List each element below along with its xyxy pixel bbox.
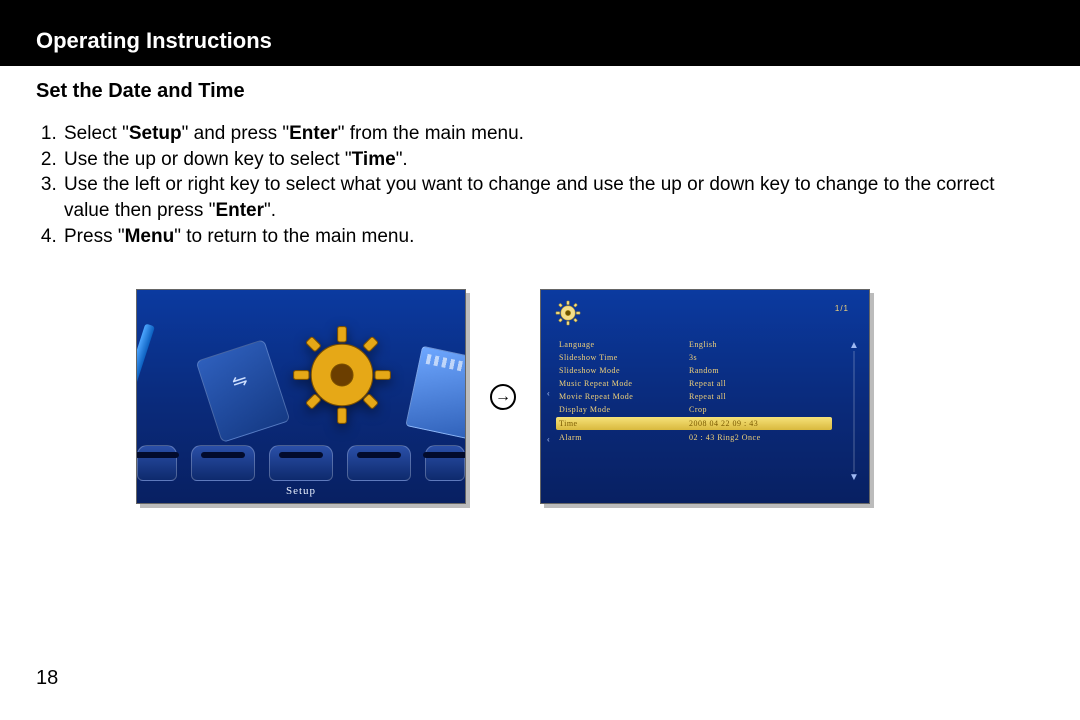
instruction-steps: Select "Setup" and press "Enter" from th…: [40, 121, 1044, 249]
screenshot-main-menu: Setup: [136, 289, 466, 504]
arrow-right-icon: →: [490, 384, 516, 410]
section-heading: Set the Date and Time: [36, 80, 1044, 103]
setting-row-slideshow-time: Slideshow Time3s: [559, 351, 829, 364]
setting-row-alarm: Alarm02 : 43 Ring2 Once: [559, 431, 829, 444]
page-title: Operating Instructions: [36, 28, 1044, 54]
settings-list: LanguageEnglish Slideshow Time3s Slidesh…: [559, 338, 829, 444]
dock-slot: [137, 445, 177, 481]
menu-dock: [137, 445, 465, 481]
setup-label: Setup: [286, 485, 316, 497]
setting-row-music-repeat: Music Repeat ModeRepeat all: [559, 377, 829, 390]
pen-icon: [136, 324, 203, 447]
setting-row-slideshow-mode: Slideshow ModeRandom: [559, 364, 829, 377]
step-1: Select "Setup" and press "Enter" from th…: [62, 121, 1044, 147]
dock-slot-setup: [269, 445, 333, 481]
content-area: Set the Date and Time Select "Setup" and…: [0, 66, 1080, 504]
chevron-down-icon: ▼: [849, 472, 859, 483]
header-bar: Operating Instructions: [0, 0, 1080, 66]
calendar-icon: [405, 346, 466, 441]
setting-row-display-mode: Display ModeCrop: [559, 403, 829, 416]
page-number: 18: [36, 667, 58, 690]
usb-icon: [195, 339, 290, 443]
step-3: Use the left or right key to select what…: [62, 172, 1044, 223]
gear-icon: [553, 298, 583, 328]
page-indicator: 1/1: [835, 304, 849, 313]
chevron-up-icon: ▲: [849, 340, 859, 351]
dock-slot: [425, 445, 465, 481]
setting-row-language: LanguageEnglish: [559, 338, 829, 351]
dock-slot: [347, 445, 411, 481]
step-2: Use the up or down key to select "Time".: [62, 147, 1044, 173]
figures-row: Setup →: [136, 289, 1044, 504]
step-4: Press "Menu" to return to the main menu.: [62, 224, 1044, 250]
setting-row-movie-repeat: Movie Repeat ModeRepeat all: [559, 390, 829, 403]
setting-row-time: Time2008 04 22 09 : 43: [556, 417, 832, 430]
gear-icon: [287, 320, 397, 430]
screenshot-settings: 1/1 ‹‹ LanguageEnglish Slideshow Time3s …: [540, 289, 870, 504]
dock-slot: [191, 445, 255, 481]
scroll-indicator: ▲ ▼: [845, 340, 863, 483]
